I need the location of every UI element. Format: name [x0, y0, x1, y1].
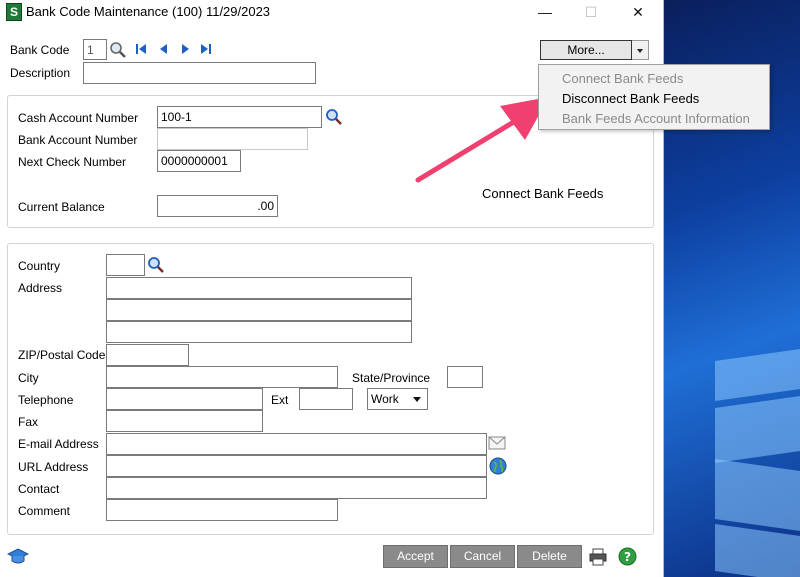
more-menu: Connect Bank Feeds Disconnect Bank Feeds…	[538, 64, 770, 130]
menu-item-disconnect-bank-feeds[interactable]: Disconnect Bank Feeds	[562, 91, 699, 106]
menu-item-connect-bank-feeds[interactable]: Connect Bank Feeds	[562, 71, 683, 86]
menu-item-bank-feeds-account-information[interactable]: Bank Feeds Account Information	[562, 111, 750, 126]
